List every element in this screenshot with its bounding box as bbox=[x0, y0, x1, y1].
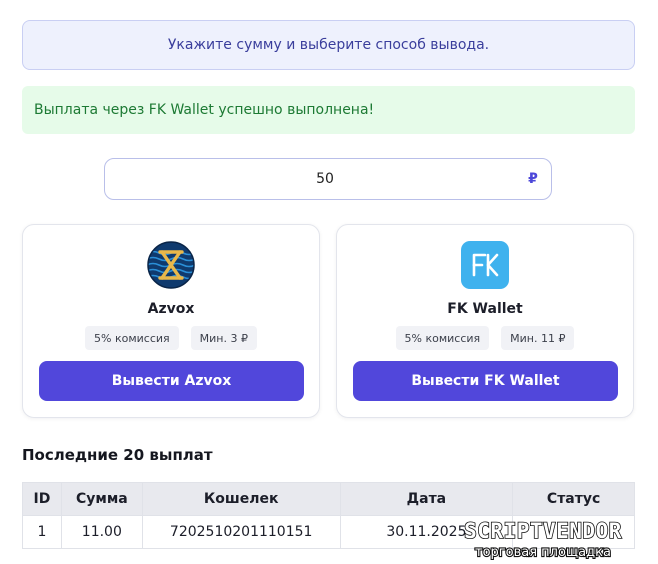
commission-badge: 5% комиссия bbox=[395, 326, 490, 350]
method-card-azvox: Azvox 5% комиссия Мин. 3 ₽ Вывести Azvox bbox=[22, 224, 320, 418]
watermark-brand: SCRIPTVENDOR bbox=[464, 519, 622, 543]
method-name: FK Wallet bbox=[447, 301, 523, 317]
column-header-amount: Сумма bbox=[60, 482, 143, 516]
fk-wallet-logo-icon bbox=[461, 241, 509, 289]
success-alert: Выплата через FK Wallet успешно выполнен… bbox=[22, 86, 635, 134]
ruble-icon: ₽ bbox=[528, 171, 538, 187]
method-card-fk-wallet: FK Wallet 5% комиссия Мин. 11 ₽ Вывести … bbox=[336, 224, 634, 418]
success-alert-text: Выплата через FK Wallet успешно выполнен… bbox=[34, 102, 375, 118]
method-badges: 5% комиссия Мин. 3 ₽ bbox=[23, 326, 319, 350]
method-badges: 5% комиссия Мин. 11 ₽ bbox=[337, 326, 633, 350]
amount-input[interactable] bbox=[105, 159, 515, 199]
withdraw-fk-wallet-button[interactable]: Вывести FK Wallet bbox=[353, 361, 618, 401]
column-header-date: Дата bbox=[339, 482, 514, 516]
withdraw-azvox-button[interactable]: Вывести Azvox bbox=[39, 361, 304, 401]
column-header-status: Статус bbox=[512, 482, 635, 516]
commission-badge: 5% комиссия bbox=[85, 326, 179, 350]
column-header-id: ID bbox=[22, 482, 62, 516]
cell-wallet: 7202510201110151 bbox=[141, 515, 341, 549]
column-header-wallet: Кошелек bbox=[141, 482, 341, 516]
cell-id: 1 bbox=[22, 515, 62, 549]
watermark-tagline: торговая площадка bbox=[475, 545, 611, 560]
scriptvendor-watermark: SCRIPTVENDOR торговая площадка bbox=[463, 518, 622, 560]
cell-amount: 11.00 bbox=[60, 515, 143, 549]
info-banner: Укажите сумму и выберите способ вывода. bbox=[22, 20, 635, 70]
history-title: Последние 20 выплат bbox=[22, 446, 213, 464]
info-banner-text: Укажите сумму и выберите способ вывода. bbox=[167, 37, 490, 53]
min-amount-badge: Мин. 11 ₽ bbox=[501, 326, 575, 350]
amount-field[interactable]: ₽ bbox=[104, 158, 552, 200]
azvox-logo-icon bbox=[147, 241, 195, 289]
min-amount-badge: Мин. 3 ₽ bbox=[190, 326, 257, 350]
method-name: Azvox bbox=[147, 301, 195, 317]
table-header-row: ID Сумма Кошелек Дата Статус bbox=[22, 482, 635, 516]
